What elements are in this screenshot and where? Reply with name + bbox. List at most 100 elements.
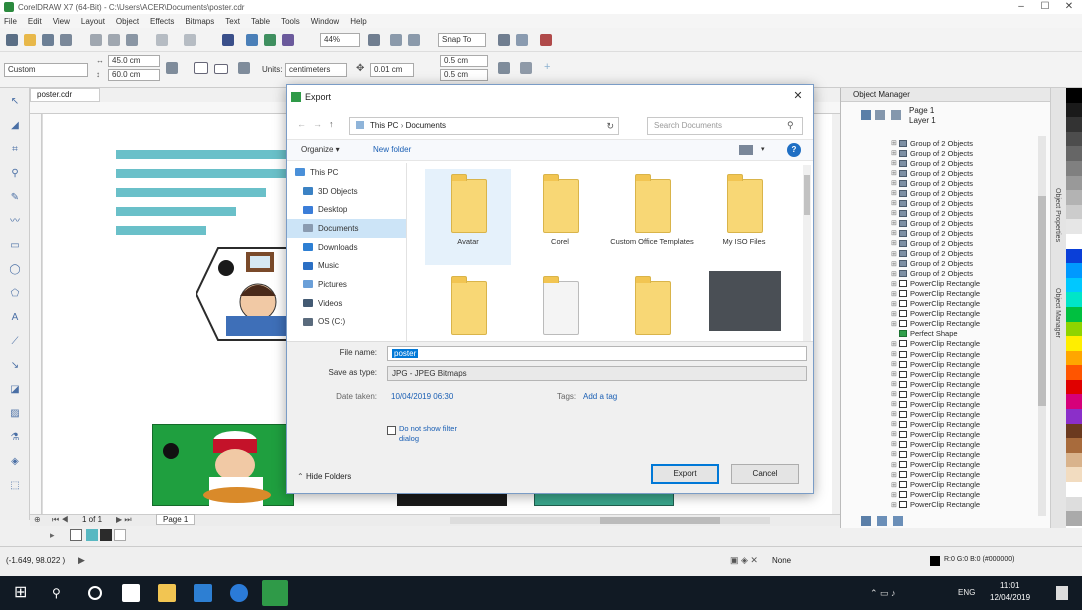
object-list-item[interactable]: ⊞ Group of 2 Objects xyxy=(891,228,1039,238)
object-list-item[interactable]: ⊞ PowerClip Rectangle xyxy=(891,429,1039,439)
folder-item-custom-office-templates[interactable]: Custom Office Templates xyxy=(609,169,695,265)
layer-manager-view-icon[interactable] xyxy=(891,110,901,120)
tab-object-properties[interactable]: Object Properties xyxy=(1054,188,1061,242)
nav-item-this-pc[interactable]: This PC xyxy=(287,163,406,182)
cancel-button[interactable]: Cancel xyxy=(731,464,799,484)
expand-icon[interactable]: ⊞ xyxy=(891,501,899,509)
page-tab[interactable]: Page 1 xyxy=(156,514,196,525)
expand-icon[interactable]: ⊞ xyxy=(891,380,899,388)
redo-icon[interactable] xyxy=(184,34,196,46)
first-page-icon[interactable]: ⏮ ◀ xyxy=(52,515,69,525)
open-icon[interactable] xyxy=(24,34,36,46)
object-list-item[interactable]: ⊞ PowerClip Rectangle xyxy=(891,319,1039,329)
object-list-item[interactable]: ⊞ PowerClip Rectangle xyxy=(891,309,1039,319)
ellipse-tool-icon[interactable]: ◯ xyxy=(8,264,22,276)
expand-icon[interactable]: ⊞ xyxy=(891,491,899,499)
black-swatch[interactable] xyxy=(100,529,112,541)
nav-item-videos[interactable]: Videos xyxy=(287,294,406,313)
object-list-item[interactable]: ⊞ PowerClip Rectangle xyxy=(891,470,1039,480)
snap-to-dropdown[interactable]: Snap To xyxy=(438,33,486,47)
object-list-item[interactable]: ⊞ Group of 2 Objects xyxy=(891,238,1039,248)
palette-swatch[interactable] xyxy=(1066,219,1082,234)
zoom-level-dropdown[interactable]: 44% xyxy=(320,33,360,47)
options-icon[interactable] xyxy=(520,62,532,74)
palette-swatch[interactable] xyxy=(1066,365,1082,380)
copy-icon[interactable] xyxy=(108,34,120,46)
application-launcher-icon[interactable] xyxy=(516,34,528,46)
palette-swatch[interactable] xyxy=(1066,423,1082,439)
expand-icon[interactable]: ⊞ xyxy=(891,360,899,368)
object-list-item[interactable]: ⊞ PowerClip Rectangle xyxy=(891,449,1039,459)
tags-value[interactable]: Add a tag xyxy=(583,392,617,401)
expand-icon[interactable]: ⊞ xyxy=(891,471,899,479)
teal-swatch[interactable] xyxy=(86,529,98,541)
menu-layout[interactable]: Layout xyxy=(81,17,105,26)
vertical-ruler[interactable] xyxy=(30,114,42,514)
menu-window[interactable]: Window xyxy=(311,17,339,26)
new-layer-icon[interactable] xyxy=(875,110,885,120)
duplicate-distance-x[interactable]: 0.5 cm xyxy=(440,55,488,67)
corel-connect-icon[interactable] xyxy=(540,34,552,46)
folder-item-avatar[interactable]: Avatar xyxy=(425,169,511,265)
expand-icon[interactable]: ⊞ xyxy=(891,440,899,448)
add-icon[interactable]: + xyxy=(544,61,550,73)
nav-item-downloads[interactable]: Downloads xyxy=(287,238,406,257)
object-list-item[interactable]: ⊞ Group of 2 Objects xyxy=(891,178,1039,188)
expand-icon[interactable]: ⊞ xyxy=(891,169,899,177)
palette-swatch[interactable] xyxy=(1066,233,1082,249)
breadcrumb-documents[interactable]: Documents xyxy=(406,121,446,130)
object-list-item[interactable]: ⊞ Group of 2 Objects xyxy=(891,158,1039,168)
export-button[interactable]: Export xyxy=(651,464,719,484)
drop-shadow-icon[interactable]: ◪ xyxy=(8,384,22,396)
all-pages-icon[interactable] xyxy=(166,62,178,74)
mail-icon[interactable] xyxy=(194,584,212,602)
expand-icon[interactable]: ⊞ xyxy=(891,300,899,308)
expand-icon[interactable]: ⊞ xyxy=(891,400,899,408)
expand-icon[interactable]: ⊞ xyxy=(891,229,899,237)
object-list-item[interactable]: ⊞ PowerClip Rectangle xyxy=(891,379,1039,389)
palette-swatch[interactable] xyxy=(1066,277,1082,293)
file-list-scrollbar[interactable] xyxy=(803,165,811,341)
object-list-item[interactable]: ⊞ PowerClip Rectangle xyxy=(891,480,1039,490)
palette-swatch[interactable] xyxy=(1066,146,1082,161)
close-button[interactable]: ✕ xyxy=(1058,0,1080,14)
document-tab[interactable]: poster.cdr xyxy=(30,88,100,102)
maximize-button[interactable]: ☐ xyxy=(1034,0,1056,14)
search-icon[interactable]: ⚲ xyxy=(52,584,70,602)
page-width-input[interactable]: 45.0 cm xyxy=(108,55,160,67)
menu-help[interactable]: Help xyxy=(350,17,366,26)
object-list-item[interactable]: ⊞ PowerClip Rectangle xyxy=(891,289,1039,299)
expand-icon[interactable]: ⊞ xyxy=(891,149,899,157)
coreldraw-taskbar-icon[interactable] xyxy=(262,580,288,606)
freehand-tool-icon[interactable]: ✎ xyxy=(8,192,22,204)
tray-icons[interactable]: ⌃ ▭ ♪ xyxy=(870,588,896,599)
breadcrumb-this-pc[interactable]: This PC xyxy=(370,121,398,130)
forward-icon[interactable]: → xyxy=(313,119,322,129)
pin-icon[interactable]: ▸ xyxy=(50,530,55,541)
object-list-item[interactable]: ⊞ PowerClip Rectangle xyxy=(891,349,1039,359)
eyedropper-icon[interactable]: ⚗ xyxy=(8,432,22,444)
task-view-icon[interactable] xyxy=(88,586,102,600)
expand-icon[interactable]: ⊞ xyxy=(891,450,899,458)
treat-as-filled-icon[interactable] xyxy=(498,62,510,74)
menu-object[interactable]: Object xyxy=(116,17,139,26)
parallel-dimension-icon[interactable]: ⟋ xyxy=(8,336,22,348)
expand-icon[interactable]: ⊞ xyxy=(891,250,899,258)
hide-folders-button[interactable]: ⌃ Hide Folders xyxy=(297,472,351,481)
palette-swatch[interactable] xyxy=(1066,394,1082,410)
refresh-icon[interactable]: ↻ xyxy=(606,118,614,134)
duplicate-distance-y[interactable]: 0.5 cm xyxy=(440,69,488,81)
menu-table[interactable]: Table xyxy=(251,17,270,26)
palette-swatch[interactable] xyxy=(1066,379,1082,395)
help-icon[interactable]: ? xyxy=(787,143,801,157)
palette-swatch[interactable] xyxy=(1066,175,1082,191)
no-filter-dialog-label[interactable]: Do not show filter dialog xyxy=(399,424,479,444)
chef-avatar-graphic[interactable] xyxy=(152,424,294,507)
object-list-item[interactable]: ⊞ Group of 2 Objects xyxy=(891,208,1039,218)
image-item[interactable] xyxy=(701,271,787,341)
white-swatch[interactable] xyxy=(114,529,126,541)
palette-swatch[interactable] xyxy=(1066,204,1082,220)
teal-stripe[interactable] xyxy=(116,226,206,235)
pick-tool-icon[interactable]: ↖ xyxy=(8,96,22,108)
folder-item[interactable] xyxy=(425,271,511,341)
